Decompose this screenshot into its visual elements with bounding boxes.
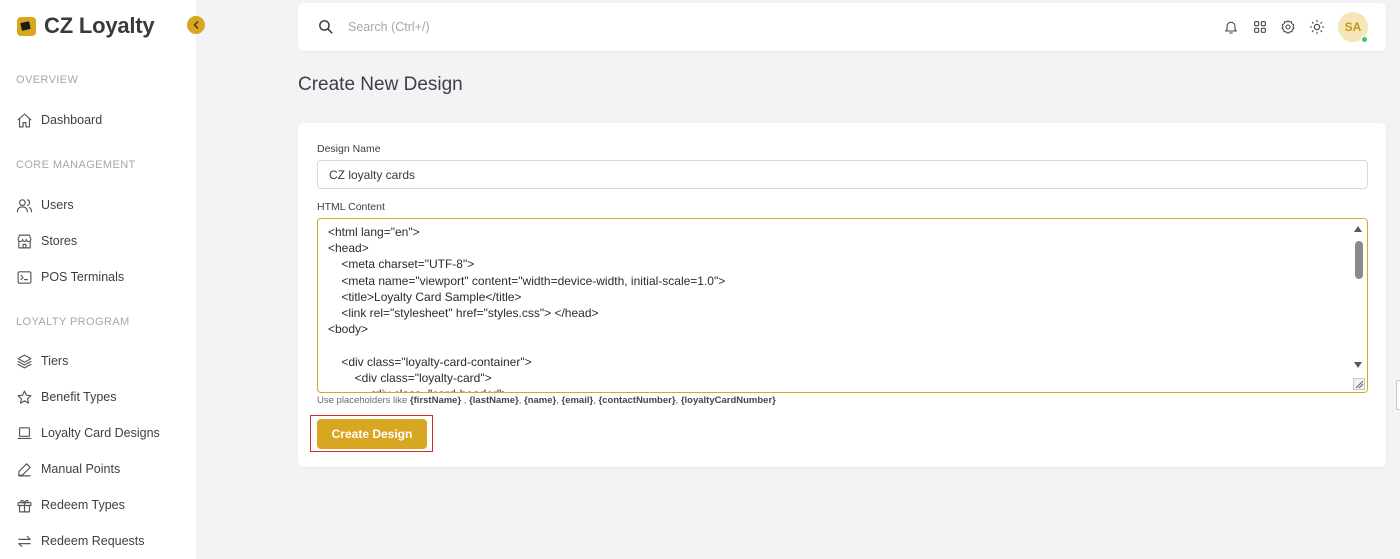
star-icon	[16, 389, 33, 406]
sidebar-item-loyalty-card-designs[interactable]: Loyalty Card Designs	[16, 421, 186, 445]
sidebar-item-tiers[interactable]: Tiers	[16, 349, 186, 373]
edge-handle	[1396, 380, 1400, 410]
code-line: <body>	[328, 322, 369, 337]
placeholder-token: {firstName}	[409, 395, 462, 406]
sidebar-item-dashboard[interactable]: Dashboard	[16, 108, 186, 132]
swap-icon	[16, 533, 33, 550]
page-title: Create New Design	[298, 74, 463, 95]
gear-icon[interactable]	[1280, 19, 1296, 35]
home-icon	[16, 112, 33, 129]
sidebar-item-label: Manual Points	[41, 462, 121, 476]
resize-handle-icon[interactable]	[1353, 378, 1365, 390]
chevron-left-icon	[193, 21, 199, 29]
online-status-dot	[1361, 36, 1368, 43]
section-title-core-management: CORE MANAGEMENT	[16, 159, 136, 171]
sidebar-item-label: Tiers	[41, 354, 69, 368]
sidebar-collapse-button[interactable]	[187, 16, 205, 34]
apps-grid-icon[interactable]	[1252, 19, 1268, 35]
design-name-label: Design Name	[317, 143, 381, 155]
users-icon	[16, 197, 33, 214]
terminal-icon	[16, 269, 33, 286]
hint-prefix: Use placeholders like	[317, 395, 410, 406]
bell-icon[interactable]	[1223, 19, 1239, 35]
code-line: <div class="loyalty-card-container">	[328, 354, 532, 369]
pencil-icon	[16, 461, 33, 478]
placeholder-token: {loyaltyCardNumber}	[680, 395, 776, 406]
code-line: <head>	[328, 241, 369, 256]
brand-logo-icon	[17, 16, 36, 36]
code-line: <div class="card-header">	[328, 386, 725, 392]
brand-name: CZ Loyalty	[44, 13, 155, 38]
textarea-scrollbar[interactable]	[1350, 219, 1367, 392]
design-name-field[interactable]	[317, 160, 1368, 189]
search-icon[interactable]	[317, 18, 334, 35]
sidebar-item-label: POS Terminals	[41, 270, 125, 284]
placeholder-token: {email}	[561, 395, 594, 406]
sidebar-item-stores[interactable]: Stores	[16, 229, 186, 253]
brand[interactable]: CZ Loyalty	[17, 13, 155, 39]
code-line: <div class="loyalty-card">	[328, 370, 492, 385]
sidebar-item-label: Dashboard	[41, 113, 103, 127]
code-line: <meta charset="UTF-8">	[328, 257, 475, 272]
sun-icon[interactable]	[1309, 19, 1325, 35]
placeholder-hint: Use placeholders like {firstName} , {las…	[317, 395, 776, 406]
design-form-card: Design Name HTML Content <html lang="en"…	[298, 123, 1386, 467]
html-content-label: HTML Content	[317, 201, 385, 213]
sidebar-item-label: Loyalty Card Designs	[41, 426, 160, 440]
sidebar-item-label: Stores	[41, 234, 78, 248]
sidebar-item-pos-terminals[interactable]: POS Terminals	[16, 265, 186, 289]
scroll-up-arrow-icon[interactable]	[1354, 226, 1362, 232]
sidebar-item-benefit-types[interactable]: Benefit Types	[16, 385, 186, 409]
placeholder-token: {lastName}	[469, 395, 519, 406]
placeholder-token: {name}	[524, 395, 557, 406]
section-title-overview: OVERVIEW	[16, 74, 79, 86]
store-icon	[16, 233, 33, 250]
scrollbar-thumb[interactable]	[1355, 241, 1363, 279]
top-navbar: SA	[298, 3, 1386, 51]
sidebar-item-manual-points[interactable]: Manual Points	[16, 457, 186, 481]
sidebar-item-label: Benefit Types	[41, 390, 117, 404]
create-design-button[interactable]: Create Design	[317, 419, 427, 449]
sidebar-item-label: Redeem Requests	[41, 534, 145, 548]
code-line: <meta name="viewport" content="width=dev…	[328, 273, 726, 288]
html-content-text: <html lang="en"> <head> <meta charset="UT…	[328, 224, 726, 392]
sidebar-item-label: Redeem Types	[41, 498, 125, 512]
search-input[interactable]	[348, 16, 748, 38]
code-line: <link rel="stylesheet" href="styles.css"…	[328, 305, 599, 320]
sidebar-item-label: Users	[41, 198, 74, 212]
section-title-loyalty-program: LOYALTY PROGRAM	[16, 316, 130, 328]
scroll-down-arrow-icon[interactable]	[1354, 362, 1362, 368]
placeholder-token: {contactNumber}	[598, 395, 676, 406]
gift-icon	[16, 497, 33, 514]
sidebar-item-redeem-types[interactable]: Redeem Types	[16, 493, 186, 517]
code-line: <html lang="en">	[328, 225, 420, 239]
sidebar-item-users[interactable]: Users	[16, 193, 186, 217]
sidebar: CZ Loyalty OVERVIEW Dashboard CORE MANAG…	[0, 0, 196, 559]
layers-icon	[16, 353, 33, 370]
code-line: <title>Loyalty Card Sample</title>	[328, 289, 522, 304]
html-content-textarea[interactable]: <html lang="en"> <head> <meta charset="UT…	[317, 218, 1368, 393]
sidebar-item-redeem-requests[interactable]: Redeem Requests	[16, 529, 186, 553]
laptop-icon	[16, 425, 33, 442]
